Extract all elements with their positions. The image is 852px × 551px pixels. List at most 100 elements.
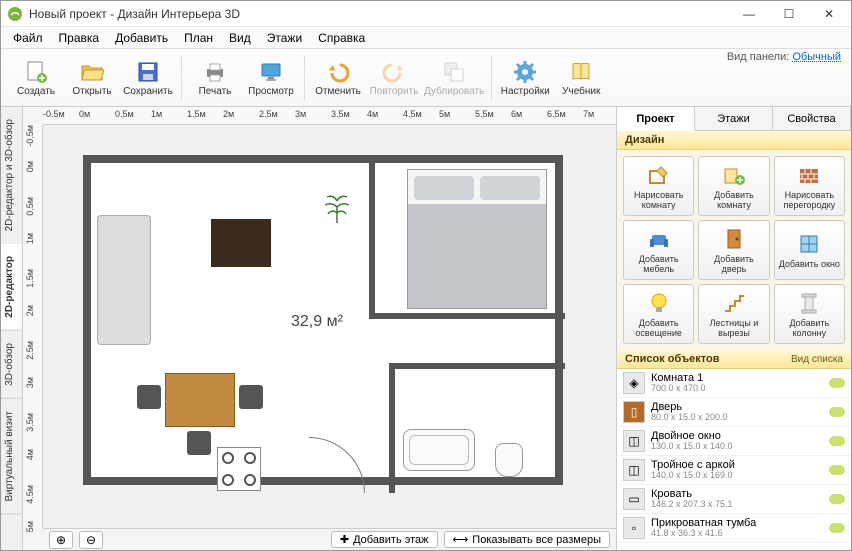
new-file-icon: [22, 58, 50, 86]
objects-section-header: Список объектов Вид списка: [617, 350, 851, 369]
book-icon: [567, 58, 595, 86]
print-button[interactable]: Печать: [188, 51, 242, 105]
chair-object[interactable]: [137, 385, 161, 409]
tab-project[interactable]: Проект: [617, 107, 695, 131]
list-item[interactable]: ▫Прикроватная тумба41.8 x 36.3 x 41.6: [617, 514, 851, 543]
list-item[interactable]: ◫Тройное с аркой140.0 x 15.0 x 169.0: [617, 456, 851, 485]
list-view-mode-link[interactable]: Вид списка: [791, 354, 843, 365]
visibility-toggle[interactable]: [829, 436, 845, 446]
window-icon: ◫: [623, 430, 645, 452]
panel-mode-link[interactable]: Обычный: [792, 51, 841, 63]
vertical-tabs: 2D-редактор и 3D-обзор 2D-редактор 3D-об…: [1, 107, 23, 550]
bed-icon: ▭: [623, 488, 645, 510]
area-label: 32,9 м²: [291, 313, 343, 331]
tool-add-door[interactable]: Добавить дверь: [698, 220, 769, 280]
bed-object[interactable]: [407, 169, 547, 309]
tab-properties[interactable]: Свойства: [773, 107, 851, 130]
save-button[interactable]: Сохранить: [121, 51, 175, 105]
undo-icon: [324, 58, 352, 86]
menu-add[interactable]: Добавить: [109, 29, 174, 47]
visibility-toggle[interactable]: [829, 494, 845, 504]
add-room-icon: [721, 162, 747, 188]
tool-draw-room[interactable]: Нарисовать комнату: [623, 156, 694, 216]
menu-file[interactable]: Файл: [7, 29, 49, 47]
column-icon: [796, 290, 822, 316]
list-item[interactable]: ◫Двойное окно130.0 x 15.0 x 140.0: [617, 427, 851, 456]
menu-help[interactable]: Справка: [312, 29, 371, 47]
tool-stairs-cutouts[interactable]: Лестницы и вырезы: [698, 284, 769, 344]
duplicate-button[interactable]: Дублировать: [423, 51, 485, 105]
window-icon: ◫: [623, 459, 645, 481]
menubar: Файл Правка Добавить План Вид Этажи Спра…: [1, 27, 851, 49]
add-floor-button[interactable]: ✚Добавить этаж: [331, 531, 438, 548]
view-button[interactable]: Просмотр: [244, 51, 298, 105]
app-logo-icon: [7, 6, 23, 22]
redo-icon: [380, 58, 408, 86]
floorplan-canvas[interactable]: 32,9 м²: [43, 125, 616, 528]
room-icon: ◈: [623, 372, 645, 394]
tab-floors[interactable]: Этажи: [695, 107, 773, 130]
menu-plan[interactable]: План: [178, 29, 219, 47]
vtab-virtual-visit[interactable]: Виртуальный визит: [1, 399, 22, 515]
gear-icon: [511, 58, 539, 86]
tool-draw-partition[interactable]: Нарисовать перегородку: [774, 156, 845, 216]
menu-view[interactable]: Вид: [223, 29, 257, 47]
bathtub-object[interactable]: [403, 429, 475, 471]
vtab-combo[interactable]: 2D-редактор и 3D-обзор: [1, 107, 22, 244]
object-list: ◈Комната 1700.0 x 470.0 ▯Дверь80.0 x 15.…: [617, 369, 851, 550]
visibility-toggle[interactable]: [829, 465, 845, 475]
stairs-icon: [721, 290, 747, 316]
vtab-2d-editor[interactable]: 2D-редактор: [1, 244, 22, 331]
visibility-toggle[interactable]: [829, 378, 845, 388]
list-item[interactable]: ▭Кровать146.2 x 207.3 x 75.1: [617, 485, 851, 514]
list-item[interactable]: ◈Комната 1700.0 x 470.0: [617, 369, 851, 398]
chair-object[interactable]: [187, 431, 211, 455]
window-title: Новый проект - Дизайн Интерьера 3D: [29, 7, 240, 21]
tool-add-room[interactable]: Добавить комнату: [698, 156, 769, 216]
open-button[interactable]: Открыть: [65, 51, 119, 105]
room-outline[interactable]: 32,9 м²: [83, 155, 563, 485]
brick-wall-icon: [796, 162, 822, 188]
tool-add-furniture[interactable]: Добавить мебель: [623, 220, 694, 280]
duplicate-icon: [440, 58, 468, 86]
create-button[interactable]: Создать: [9, 51, 63, 105]
door-icon: [721, 226, 747, 252]
tool-add-lighting[interactable]: Добавить освещение: [623, 284, 694, 344]
monitor-icon: [257, 58, 285, 86]
toolbar: Создать Открыть Сохранить Печать Просмот…: [1, 49, 851, 107]
visibility-toggle[interactable]: [829, 523, 845, 533]
lightbulb-icon: [646, 290, 672, 316]
plus-icon: ✚: [340, 533, 349, 546]
manual-button[interactable]: Учебник: [554, 51, 608, 105]
maximize-button[interactable]: ☐: [769, 1, 809, 27]
zoom-out-button[interactable]: ⊖: [79, 531, 103, 549]
door-swing[interactable]: [309, 437, 365, 493]
armchair-icon: [646, 226, 672, 252]
ruler-horizontal: -0.5м 0м 0.5м 1м 1.5м 2м 2.5м 3м 3.5м 4м…: [43, 107, 616, 125]
design-tool-grid: Нарисовать комнату Добавить комнату Нари…: [617, 150, 851, 350]
plant-object[interactable]: [319, 189, 355, 225]
close-button[interactable]: ✕: [809, 1, 849, 27]
zoom-in-button[interactable]: ⊕: [49, 531, 73, 549]
visibility-toggle[interactable]: [829, 407, 845, 417]
tv-stand-object[interactable]: [211, 219, 271, 267]
dining-table-object[interactable]: [165, 373, 235, 427]
window-icon: [796, 231, 822, 257]
stove-object[interactable]: [217, 447, 261, 491]
undo-button[interactable]: Отменить: [311, 51, 365, 105]
chair-object[interactable]: [239, 385, 263, 409]
nightstand-icon: ▫: [623, 517, 645, 539]
toilet-object[interactable]: [495, 443, 523, 477]
list-item[interactable]: ▯Дверь80.0 x 15.0 x 200.0: [617, 398, 851, 427]
settings-button[interactable]: Настройки: [498, 51, 552, 105]
show-all-sizes-button[interactable]: ⟷Показывать все размеры: [444, 531, 610, 548]
menu-edit[interactable]: Правка: [53, 29, 106, 47]
tool-add-column[interactable]: Добавить колонну: [774, 284, 845, 344]
redo-button[interactable]: Повторить: [367, 51, 421, 105]
menu-floors[interactable]: Этажи: [261, 29, 308, 47]
minimize-button[interactable]: —: [729, 1, 769, 27]
vtab-3d-view[interactable]: 3D-обзор: [1, 331, 22, 399]
sofa-object[interactable]: [97, 215, 151, 345]
tool-add-window[interactable]: Добавить окно: [774, 220, 845, 280]
right-tabs: Проект Этажи Свойства: [617, 107, 851, 131]
